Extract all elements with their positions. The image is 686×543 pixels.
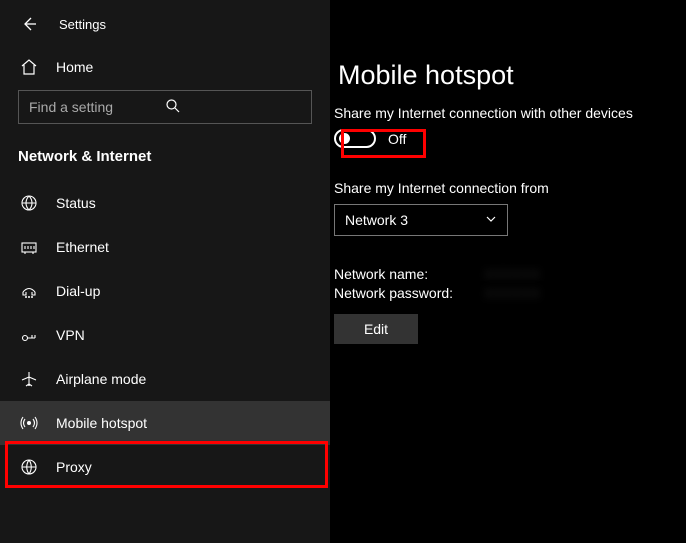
section-title: Network & Internet	[0, 144, 330, 181]
home-icon	[20, 58, 38, 76]
back-icon[interactable]	[21, 16, 37, 32]
nav-label: Mobile hotspot	[56, 415, 147, 431]
nav-label: Dial-up	[56, 283, 100, 299]
vpn-icon	[20, 326, 38, 344]
network-password-value: XXXXXX	[484, 285, 540, 301]
sidebar-item-airplane[interactable]: Airplane mode	[0, 357, 330, 401]
ethernet-icon	[20, 238, 38, 256]
chevron-down-icon	[485, 212, 497, 228]
nav-label: VPN	[56, 327, 85, 343]
search-icon	[165, 98, 301, 116]
network-password-label: Network password:	[334, 285, 464, 301]
sidebar-item-proxy[interactable]: Proxy	[0, 445, 330, 489]
sidebar: Settings Home Find a setting Network & I…	[0, 0, 330, 543]
sidebar-item-ethernet[interactable]: Ethernet	[0, 225, 330, 269]
hotspot-toggle[interactable]	[334, 129, 376, 148]
sidebar-item-status[interactable]: Status	[0, 181, 330, 225]
globe-icon	[20, 194, 38, 212]
edit-button[interactable]: Edit	[334, 314, 418, 344]
main-panel: Mobile hotspot Share my Internet connect…	[330, 0, 686, 543]
home-nav[interactable]: Home	[0, 50, 330, 84]
hotspot-icon	[20, 414, 38, 432]
search-placeholder: Find a setting	[29, 99, 165, 115]
dialup-icon	[20, 282, 38, 300]
proxy-icon	[20, 458, 38, 476]
connection-dropdown[interactable]: Network 3	[334, 204, 508, 236]
toggle-state: Off	[388, 131, 406, 147]
search-input[interactable]: Find a setting	[18, 90, 312, 124]
network-name-value: XXXXXX	[484, 266, 540, 282]
nav-label: Airplane mode	[56, 371, 146, 387]
network-name-label: Network name:	[334, 266, 464, 282]
sidebar-item-hotspot[interactable]: Mobile hotspot	[0, 401, 330, 445]
toggle-knob	[339, 133, 350, 144]
nav-label: Status	[56, 195, 96, 211]
from-label: Share my Internet connection from	[334, 180, 686, 196]
page-title: Mobile hotspot	[338, 60, 686, 91]
nav-label: Ethernet	[56, 239, 109, 255]
share-label: Share my Internet connection with other …	[334, 105, 686, 121]
nav-label: Proxy	[56, 459, 92, 475]
sidebar-item-vpn[interactable]: VPN	[0, 313, 330, 357]
airplane-icon	[20, 370, 38, 388]
home-label: Home	[56, 59, 93, 75]
sidebar-item-dialup[interactable]: Dial-up	[0, 269, 330, 313]
header: Settings	[0, 10, 330, 50]
dropdown-value: Network 3	[345, 212, 408, 228]
settings-title: Settings	[59, 17, 106, 32]
